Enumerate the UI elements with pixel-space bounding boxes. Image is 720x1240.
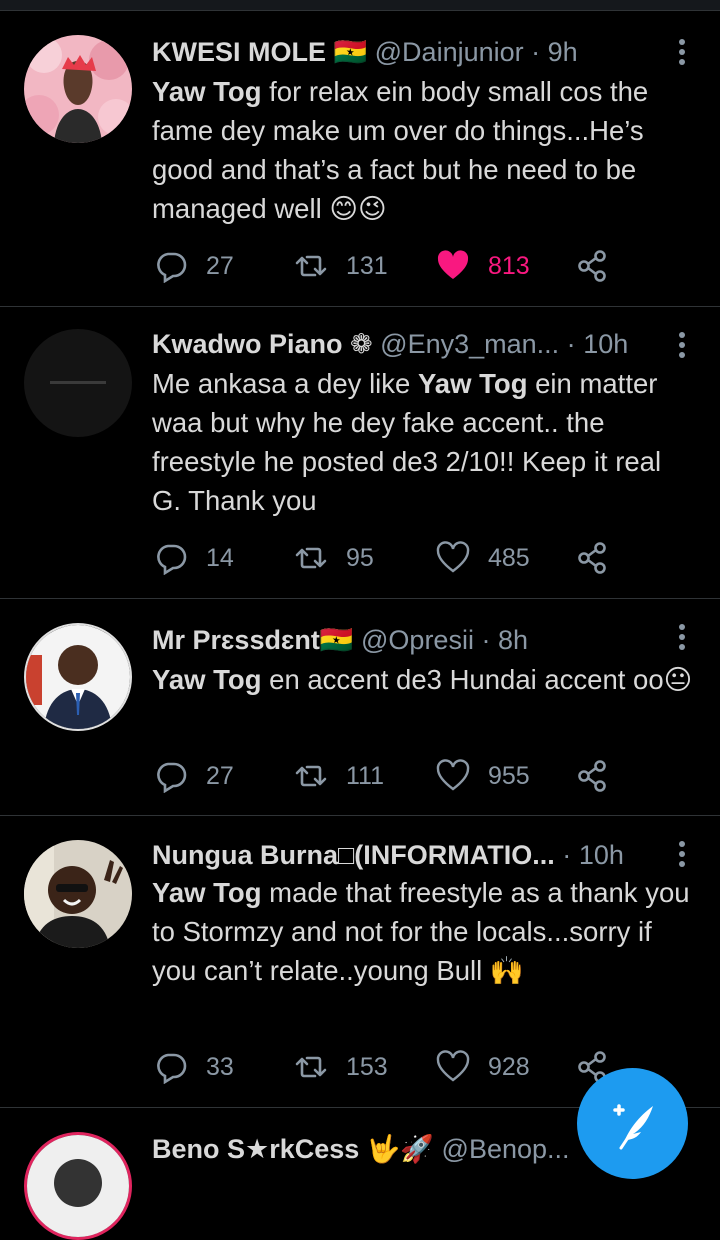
tweet-text: Yaw Tog for relax ein body small cos the… — [152, 72, 697, 228]
author-handle[interactable]: @Eny3_man... — [380, 329, 559, 359]
timestamp[interactable]: 10h — [583, 329, 628, 359]
more-options-icon[interactable] — [678, 332, 686, 362]
separator-dot: · — [562, 840, 572, 870]
retweet-button[interactable]: 153 — [294, 1047, 388, 1087]
timestamp[interactable]: 9h — [548, 37, 578, 67]
avatar-image — [24, 329, 132, 437]
tweet-body-prefix: Me ankasa a dey like — [152, 368, 418, 399]
more-options-icon[interactable] — [678, 39, 686, 69]
tweet-header: Beno S★rkCess 🤟🚀 @Benop... — [152, 1131, 570, 1167]
like-button[interactable]: 485 — [436, 538, 530, 578]
author-name[interactable]: Mr Prɛssdɛnt🇬🇭 — [152, 625, 354, 655]
share-icon — [578, 760, 606, 792]
tweet-header: KWESI MOLE 🇬🇭 @Dainjunior · 9h — [152, 34, 660, 70]
avatar-image — [27, 1135, 129, 1237]
like-button[interactable]: 928 — [436, 1047, 530, 1087]
tweet[interactable]: Mr Prɛssdɛnt🇬🇭 @Opresii · 8h Yaw Tog en … — [0, 599, 720, 816]
retweet-icon — [295, 547, 327, 569]
reply-button[interactable]: 27 — [154, 756, 234, 796]
avatar-image — [24, 35, 132, 143]
tweet[interactable]: Kwadwo Piano ❁ @Eny3_man... · 10h Me ank… — [0, 307, 720, 599]
like-button[interactable]: 813 — [436, 246, 530, 286]
avatar[interactable] — [24, 840, 132, 948]
tweet-text: Me ankasa a dey like Yaw Tog ein matter … — [152, 364, 697, 520]
retweet-button[interactable]: 95 — [294, 538, 374, 578]
tweet-actions: 27 111 955 — [152, 756, 672, 796]
compose-tweet-icon — [612, 1103, 653, 1149]
separator-dot: · — [481, 625, 491, 655]
separator-dot: · — [531, 37, 541, 67]
reply-icon — [157, 1053, 187, 1084]
tweet[interactable]: Nungua Burna□(INFORMATIO... · 10h Yaw To… — [0, 816, 720, 1108]
avatar[interactable] — [24, 623, 132, 731]
share-icon — [578, 250, 606, 282]
tweet-header: Kwadwo Piano ❁ @Eny3_man... · 10h — [152, 326, 660, 362]
tweet-body: en accent de3 Hundai accent oo😐 — [261, 664, 693, 695]
author-handle[interactable]: @Opresii — [361, 625, 474, 655]
tweet[interactable]: KWESI MOLE 🇬🇭 @Dainjunior · 9h Yaw Tog f… — [0, 11, 720, 307]
author-handle[interactable]: @Dainjunior — [375, 37, 524, 67]
author-name[interactable]: Kwadwo Piano ❁ — [152, 329, 373, 359]
like-count: 928 — [488, 1052, 530, 1081]
share-icon — [578, 542, 606, 574]
retweet-button[interactable]: 131 — [294, 246, 388, 286]
reply-icon — [157, 252, 187, 283]
reply-count: 27 — [206, 761, 234, 790]
tweet-header: Nungua Burna□(INFORMATIO... · 10h — [152, 837, 660, 873]
reply-count: 14 — [206, 543, 234, 572]
heart-icon — [436, 759, 470, 791]
mention-text[interactable]: Yaw Tog — [152, 877, 262, 908]
reply-icon — [157, 762, 187, 793]
avatar-image — [24, 840, 132, 948]
top-bar — [0, 0, 720, 11]
retweet-count: 131 — [346, 251, 388, 280]
retweet-icon — [295, 255, 327, 277]
tweet-actions: 14 95 485 — [152, 538, 672, 578]
author-name[interactable]: Beno S★rkCess 🤟🚀 — [152, 1134, 434, 1164]
like-count: 813 — [488, 251, 530, 280]
tweet-text: Yaw Tog made that freestyle as a thank y… — [152, 873, 697, 990]
author-name[interactable]: KWESI MOLE 🇬🇭 — [152, 37, 367, 67]
reply-count: 27 — [206, 251, 234, 280]
avatar-image — [26, 625, 130, 729]
more-options-icon[interactable] — [678, 624, 686, 654]
avatar[interactable] — [24, 35, 132, 143]
like-button[interactable]: 955 — [436, 756, 530, 796]
author-name[interactable]: Nungua Burna□(INFORMATIO... — [152, 840, 555, 870]
like-count: 955 — [488, 761, 530, 790]
separator-dot: · — [566, 329, 576, 359]
reply-button[interactable]: 14 — [154, 538, 234, 578]
tweet-text: Yaw Tog en accent de3 Hundai accent oo😐 — [152, 660, 697, 699]
share-button[interactable] — [576, 246, 610, 286]
heart-icon — [437, 250, 469, 279]
retweet-button[interactable]: 111 — [294, 756, 384, 796]
heart-icon — [436, 541, 470, 573]
retweet-icon — [295, 765, 327, 787]
retweet-count: 111 — [346, 761, 385, 790]
mention-text[interactable]: Yaw Tog — [152, 76, 262, 107]
heart-icon — [436, 1050, 470, 1082]
timestamp[interactable]: 10h — [579, 840, 624, 870]
reply-button[interactable]: 27 — [154, 246, 234, 286]
author-handle[interactable]: @Benop... — [442, 1134, 570, 1164]
reply-button[interactable]: 33 — [154, 1047, 234, 1087]
retweet-icon — [295, 1056, 327, 1078]
more-options-icon[interactable] — [678, 841, 686, 871]
retweet-count: 153 — [346, 1052, 388, 1081]
avatar[interactable] — [24, 329, 132, 437]
compose-tweet-button[interactable] — [577, 1068, 688, 1179]
reply-count: 33 — [206, 1052, 234, 1081]
reply-icon — [157, 544, 187, 575]
avatar[interactable] — [24, 1132, 132, 1240]
share-button[interactable] — [576, 756, 610, 796]
mention-text[interactable]: Yaw Tog — [418, 368, 528, 399]
mention-text[interactable]: Yaw Tog — [152, 664, 262, 695]
like-count: 485 — [488, 543, 530, 572]
tweet-header: Mr Prɛssdɛnt🇬🇭 @Opresii · 8h — [152, 622, 660, 658]
share-button[interactable] — [576, 538, 610, 578]
tweet-actions: 33 153 928 — [152, 1047, 672, 1087]
tweet-actions: 27 131 813 — [152, 246, 672, 286]
timestamp[interactable]: 8h — [498, 625, 528, 655]
retweet-count: 95 — [346, 543, 374, 572]
